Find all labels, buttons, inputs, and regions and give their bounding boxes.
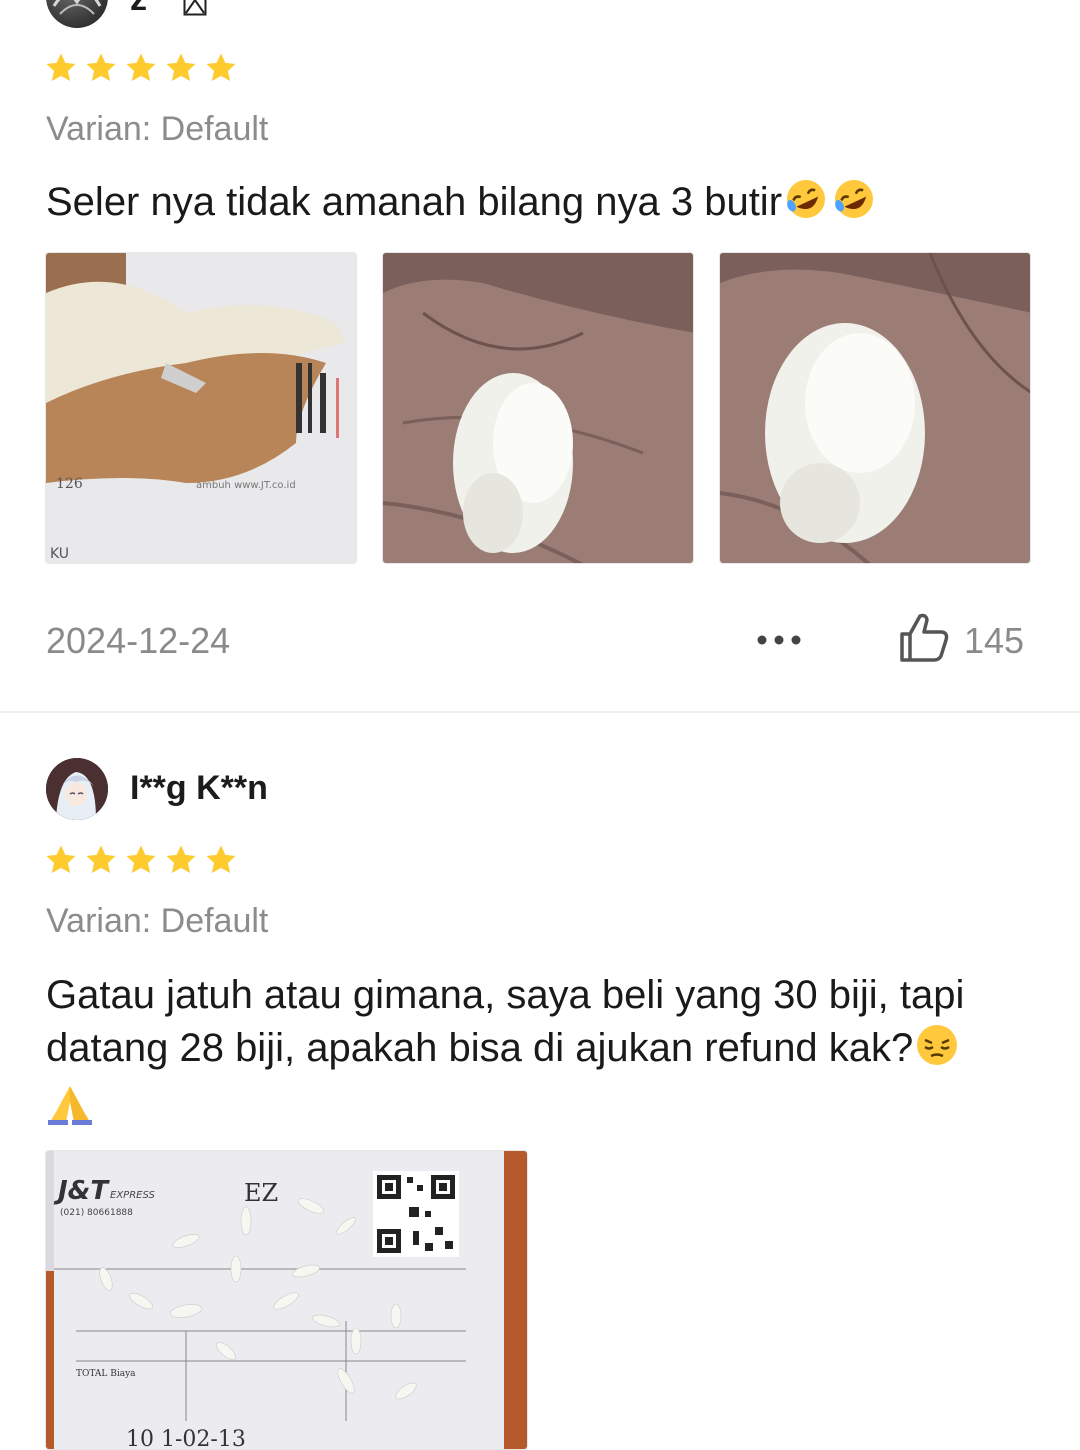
folded-hands-emoji: [46, 1082, 94, 1140]
avatar[interactable]: [46, 0, 108, 28]
review-photo-3[interactable]: [719, 252, 1031, 564]
star-icon: [124, 843, 158, 877]
label-phone: (021) 80661888: [60, 1208, 133, 1218]
avatar[interactable]: [46, 758, 108, 820]
review-text: Gatau jatuh atau gimana, saya beli yang …: [46, 969, 1046, 1140]
review-card-2: I**g K**n Varian: Default Gatau jatuh at…: [0, 713, 1080, 1450]
review-photo-2[interactable]: [382, 252, 694, 564]
star-rating: [44, 843, 238, 877]
star-icon: [84, 843, 118, 877]
review-text-content: Seler nya tidak amanah bilang nya 3 buti…: [46, 180, 783, 224]
svg-text:KU: KU: [50, 546, 69, 562]
label-code: EZ: [244, 1179, 278, 1207]
review-photo-1[interactable]: J&T EXPRESS (021) 80661888 EZ TOTAL Biay…: [45, 1150, 528, 1450]
pensive-face-emoji: [913, 1023, 961, 1081]
variant-label: Varian: Default: [46, 902, 269, 940]
rolling-on-floor-laughing-emoji: [782, 177, 830, 235]
star-icon: [44, 843, 78, 877]
review-card-1: z Varian: Default Seler nya tidak amanah…: [0, 0, 1080, 710]
star-icon: [84, 51, 118, 85]
variant-label: Varian: Default: [46, 110, 269, 148]
review-text: Seler nya tidak amanah bilang nya 3 buti…: [46, 176, 1046, 235]
star-icon: [124, 51, 158, 85]
star-icon: [164, 843, 198, 877]
image-placeholder-icon: [183, 0, 207, 21]
star-icon: [44, 51, 78, 85]
star-rating: [44, 51, 238, 85]
svg-text:ambuh www.JT.co.id: ambuh www.JT.co.id: [196, 480, 296, 491]
label-number: 10 1-02-13: [126, 1427, 246, 1450]
reviewer-name[interactable]: I**g K**n: [130, 769, 268, 808]
label-brand: J&T: [53, 1176, 110, 1206]
review-text-line-1: Gatau jatuh atau gimana, saya beli yang …: [46, 973, 965, 1017]
like-count: 145: [964, 620, 1025, 661]
review-text-line-2: datang 28 biji, apakah bisa di ajukan re…: [46, 1026, 914, 1070]
thumbs-up-icon[interactable]: [896, 610, 952, 666]
more-options-icon[interactable]: [756, 630, 804, 650]
svg-text:126: 126: [56, 476, 83, 492]
reviewer-name[interactable]: z: [130, 0, 147, 19]
star-icon: [164, 51, 198, 85]
review-photo-1[interactable]: 126 ambuh www.JT.co.id KU: [45, 252, 357, 564]
star-icon: [204, 51, 238, 85]
label-brand-suffix: EXPRESS: [110, 1190, 155, 1201]
rolling-on-floor-laughing-emoji: [830, 177, 878, 235]
star-icon: [204, 843, 238, 877]
label-total: TOTAL Biaya: [76, 1369, 136, 1379]
review-date: 2024-12-24: [46, 620, 231, 661]
